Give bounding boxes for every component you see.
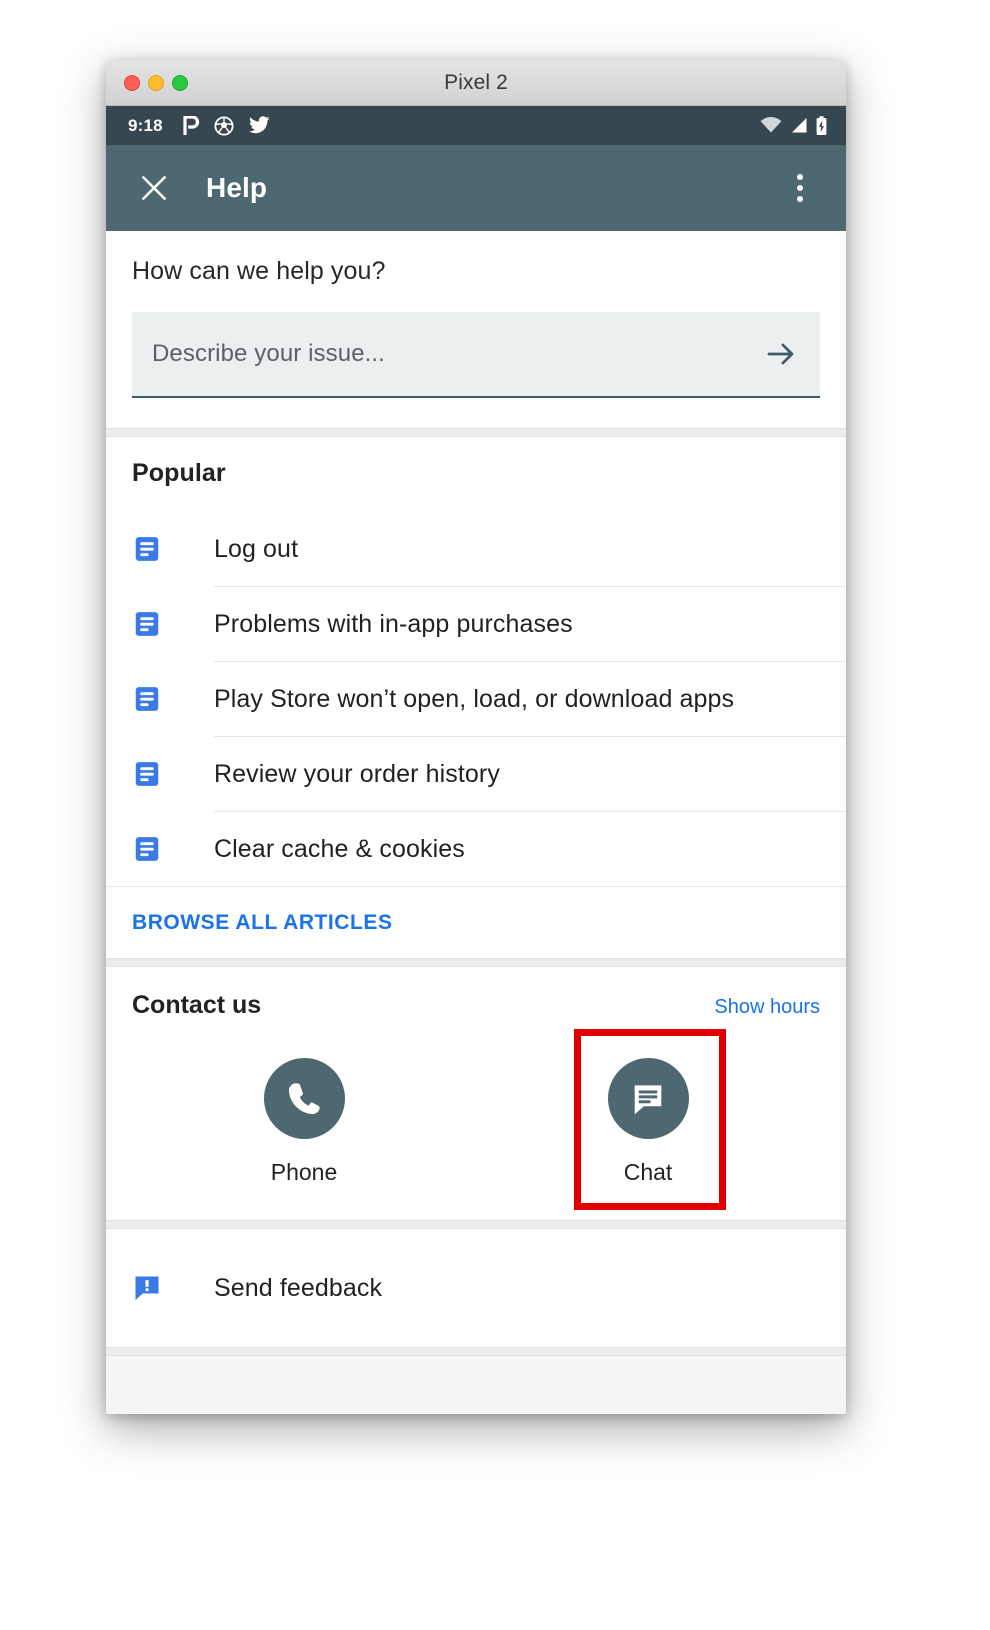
arrow-right-icon	[767, 343, 794, 365]
search-section: How can we help you? Describe your issue…	[106, 231, 846, 428]
list-item[interactable]: Play Store won’t open, load, or download…	[106, 662, 846, 736]
search-heading: How can we help you?	[132, 257, 386, 285]
contact-option-label: Phone	[270, 1159, 338, 1185]
list-item[interactable]: Review your order history	[106, 737, 846, 811]
search-input[interactable]: Describe your issue...	[132, 312, 820, 398]
contact-options: Phone Chat	[132, 1042, 820, 1220]
twitter-icon	[248, 116, 270, 134]
contact-option-chat[interactable]: Chat	[476, 1042, 820, 1196]
close-icon	[142, 176, 166, 200]
show-hours-link[interactable]: Show hours	[714, 996, 820, 1019]
content-footer-spacer	[106, 1356, 846, 1414]
feedback-bubble-icon	[132, 1273, 166, 1303]
overflow-menu-icon[interactable]	[778, 166, 822, 210]
status-system-icons	[760, 115, 828, 136]
send-feedback-label: Send feedback	[214, 1273, 383, 1302]
android-status-bar: 9:18	[106, 106, 846, 145]
emulator-window: Pixel 2 9:18 Help How can we help you? D…	[106, 60, 846, 1414]
status-clock: 9:18	[128, 115, 163, 135]
section-divider	[106, 428, 846, 437]
feedback-section: Send feedback	[106, 1229, 846, 1347]
contact-option-phone[interactable]: Phone	[132, 1042, 476, 1196]
close-help-button[interactable]	[132, 166, 176, 210]
window-titlebar: Pixel 2	[106, 60, 846, 106]
window-title: Pixel 2	[444, 70, 508, 94]
browse-all-articles-label: BROWSE ALL ARTICLES	[132, 910, 393, 934]
article-list: Log out Problems with in-app purchases P…	[106, 512, 846, 886]
list-item-label: Play Store won’t open, load, or download…	[214, 684, 735, 713]
popular-heading: Popular	[132, 459, 226, 487]
browse-all-articles-button[interactable]: BROWSE ALL ARTICLES	[106, 886, 846, 958]
article-icon	[132, 684, 166, 714]
status-notification-icons	[183, 115, 270, 136]
search-submit-button[interactable]	[764, 337, 798, 371]
section-divider	[106, 958, 846, 967]
send-feedback-button[interactable]: Send feedback	[106, 1229, 846, 1347]
cellular-signal-icon	[792, 118, 807, 133]
section-divider	[106, 1220, 846, 1229]
battery-charging-icon	[816, 115, 827, 135]
phone-icon-circle	[263, 1058, 345, 1139]
list-item[interactable]: Clear cache & cookies	[106, 812, 846, 886]
list-item[interactable]: Log out	[106, 512, 846, 586]
list-item[interactable]: Problems with in-app purchases	[106, 587, 846, 661]
article-icon	[132, 609, 166, 639]
help-content: How can we help you? Describe your issue…	[106, 231, 846, 1414]
search-placeholder: Describe your issue...	[152, 340, 385, 367]
phone-icon	[289, 1082, 320, 1114]
page-title: Help	[206, 172, 268, 203]
section-divider	[106, 1347, 846, 1356]
popular-section: Popular Log out Problems with in-app pur…	[106, 437, 846, 958]
list-item-label: Clear cache & cookies	[214, 834, 465, 863]
wifi-icon	[760, 117, 782, 133]
article-icon	[132, 759, 166, 789]
list-item-label: Problems with in-app purchases	[214, 609, 573, 638]
article-icon	[132, 834, 166, 864]
contact-option-label: Chat	[623, 1159, 673, 1185]
list-item-label: Log out	[214, 534, 299, 563]
pocketcasts-icon	[183, 115, 199, 135]
contact-header: Contact us Show hours	[132, 991, 820, 1020]
contact-section: Contact us Show hours Phone Chat	[106, 967, 846, 1220]
list-item-label: Review your order history	[214, 759, 500, 788]
contact-heading: Contact us	[132, 991, 262, 1019]
chat-bubble-icon	[634, 1084, 662, 1114]
article-icon	[132, 534, 166, 564]
chat-icon-circle	[607, 1058, 689, 1139]
soccer-ball-icon	[214, 115, 234, 136]
app-bar: Help	[106, 145, 846, 231]
